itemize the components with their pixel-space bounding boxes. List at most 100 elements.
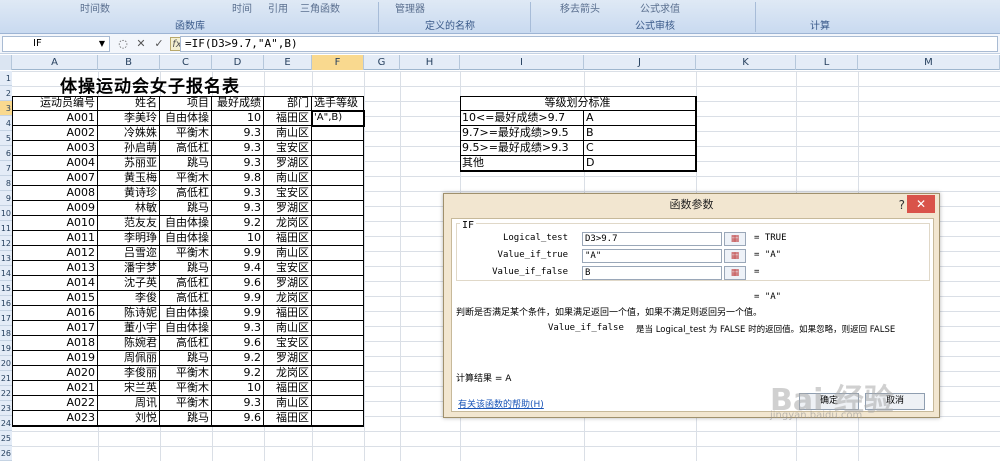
table-cell[interactable]: 9.9	[212, 246, 264, 261]
table-cell[interactable]	[312, 276, 364, 291]
table-cell[interactable]: 吕雪迩	[98, 246, 160, 261]
table-cell[interactable]	[312, 231, 364, 246]
table-cell[interactable]	[312, 186, 364, 201]
enter-icon[interactable]: ✓	[152, 37, 166, 51]
row-header[interactable]: 2	[0, 86, 12, 101]
table-cell[interactable]: 跳马	[160, 411, 212, 426]
table-cell[interactable]: 南山区	[264, 246, 312, 261]
grade-table-cell[interactable]: A	[584, 111, 696, 126]
table-cell[interactable]: 9.6	[212, 276, 264, 291]
collapse-dialog-icon[interactable]: ▦	[724, 232, 746, 246]
row-header[interactable]: 7	[0, 161, 12, 176]
table-cell[interactable]: 10	[212, 111, 264, 126]
table-cell[interactable]: 9.3	[212, 321, 264, 336]
table-cell[interactable]: 自由体操	[160, 231, 212, 246]
table-cell[interactable]: 9.4	[212, 261, 264, 276]
table-cell[interactable]	[312, 381, 364, 396]
collapse-dialog-icon[interactable]: ▦	[724, 266, 746, 280]
table-cell[interactable]: 龙岗区	[264, 291, 312, 306]
row-header[interactable]: 14	[0, 266, 12, 281]
select-all-corner[interactable]	[0, 55, 12, 70]
table-cell[interactable]: 宋兰英	[98, 381, 160, 396]
table-cell[interactable]: 9.3	[212, 141, 264, 156]
table-cell[interactable]: 福田区	[264, 111, 312, 126]
collapse-dialog-icon[interactable]: ▦	[724, 249, 746, 263]
row-header[interactable]: 16	[0, 296, 12, 311]
table-cell[interactable]: 宝安区	[264, 261, 312, 276]
row-header[interactable]: 12	[0, 236, 12, 251]
row-header[interactable]: 25	[0, 431, 12, 446]
table-cell[interactable]: 9.3	[212, 186, 264, 201]
row-header[interactable]: 17	[0, 311, 12, 326]
table-cell[interactable]	[312, 261, 364, 276]
table-cell[interactable]: A001	[12, 111, 98, 126]
ribbon-item[interactable]: 公式求值	[640, 0, 680, 15]
table-cell[interactable]	[312, 246, 364, 261]
table-cell[interactable]: 林敏	[98, 201, 160, 216]
grade-table-cell[interactable]: D	[584, 156, 696, 171]
table-cell[interactable]: 跳马	[160, 351, 212, 366]
row-header[interactable]: 10	[0, 206, 12, 221]
row-header[interactable]: 23	[0, 401, 12, 416]
row-header[interactable]: 11	[0, 221, 12, 236]
table-cell[interactable]: 自由体操	[160, 111, 212, 126]
column-header[interactable]: E	[264, 55, 312, 70]
row-header[interactable]: 15	[0, 281, 12, 296]
column-header-active[interactable]: F	[312, 55, 364, 70]
table-cell[interactable]: 苏丽亚	[98, 156, 160, 171]
table-cell[interactable]	[312, 156, 364, 171]
table-cell[interactable]: 平衡木	[160, 171, 212, 186]
column-header[interactable]: J	[584, 55, 696, 70]
table-cell[interactable]: A013	[12, 261, 98, 276]
table-cell[interactable]: 10	[212, 231, 264, 246]
table-cell[interactable]: 罗湖区	[264, 201, 312, 216]
table-cell[interactable]: 黄玉梅	[98, 171, 160, 186]
row-header[interactable]: 1	[0, 71, 12, 86]
logical-test-input[interactable]: D3>9.7	[582, 232, 722, 246]
table-cell[interactable]: 10	[212, 381, 264, 396]
column-header[interactable]: I	[460, 55, 584, 70]
table-cell[interactable]: 9.3	[212, 396, 264, 411]
table-cell[interactable]: A021	[12, 381, 98, 396]
row-header[interactable]: 6	[0, 146, 12, 161]
ribbon-item[interactable]: 时间	[232, 0, 252, 15]
column-header[interactable]: A	[12, 55, 98, 70]
table-cell[interactable]	[312, 126, 364, 141]
table-cell[interactable]: A003	[12, 141, 98, 156]
table-cell[interactable]: 冷姝姝	[98, 126, 160, 141]
table-cell[interactable]: 平衡木	[160, 366, 212, 381]
close-button[interactable]: ✕	[907, 195, 935, 213]
table-cell[interactable]: A011	[12, 231, 98, 246]
table-cell[interactable]: A019	[12, 351, 98, 366]
table-cell[interactable]: 高低杠	[160, 186, 212, 201]
table-cell[interactable]	[312, 351, 364, 366]
table-cell[interactable]	[312, 411, 364, 426]
chevron-down-icon[interactable]: ▼	[99, 37, 105, 51]
value-if-false-input[interactable]: B	[582, 266, 722, 280]
table-header-cell[interactable]: 项目	[160, 96, 212, 111]
ribbon-item[interactable]: 移去箭头	[560, 0, 600, 15]
table-cell[interactable]: 福田区	[264, 231, 312, 246]
table-cell[interactable]: 跳马	[160, 261, 212, 276]
table-cell[interactable]: 宝安区	[264, 141, 312, 156]
table-cell[interactable]	[312, 216, 364, 231]
table-header-cell[interactable]: 运动员编号	[12, 96, 98, 111]
table-header-cell[interactable]: 选手等级	[312, 96, 364, 111]
table-cell[interactable]: 自由体操	[160, 306, 212, 321]
table-cell[interactable]: 自由体操	[160, 216, 212, 231]
table-cell[interactable]: 9.6	[212, 336, 264, 351]
row-header[interactable]: 20	[0, 356, 12, 371]
table-cell[interactable]: 平衡木	[160, 396, 212, 411]
table-cell[interactable]: 罗湖区	[264, 276, 312, 291]
row-header[interactable]: 26	[0, 446, 12, 461]
table-cell[interactable]: 南山区	[264, 171, 312, 186]
column-header[interactable]: C	[160, 55, 212, 70]
column-header[interactable]: K	[696, 55, 796, 70]
table-cell[interactable]: A018	[12, 336, 98, 351]
table-cell[interactable]: 罗湖区	[264, 351, 312, 366]
table-cell[interactable]: A022	[12, 396, 98, 411]
column-header[interactable]: L	[796, 55, 858, 70]
table-cell[interactable]: 9.3	[212, 156, 264, 171]
ribbon-item[interactable]: 管理器	[395, 0, 425, 15]
table-cell[interactable]: 宝安区	[264, 336, 312, 351]
